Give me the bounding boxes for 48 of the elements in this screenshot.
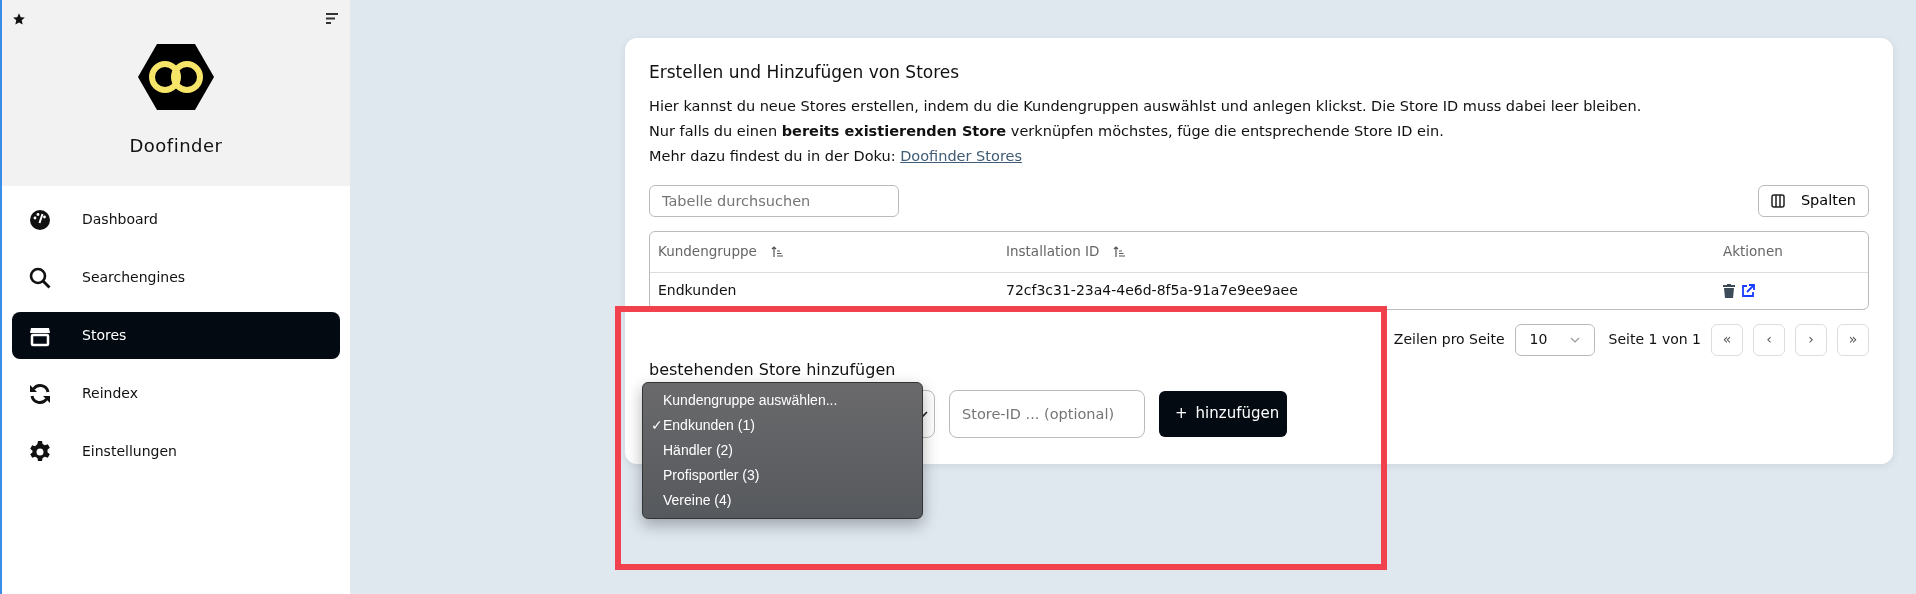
nav-item[interactable]: Searchengines [12,254,340,301]
external-link-icon[interactable] [1741,283,1755,298]
dropdown-option[interactable]: ✓Endkunden (1) [643,413,922,438]
delete-icon[interactable] [1723,283,1735,298]
pager-button[interactable]: » [1837,323,1869,356]
doc-text: Mehr dazu findest du in der Doku: [649,147,896,164]
dropdown-option[interactable]: Händler (2) [643,438,922,463]
dropdown-option[interactable]: Kundengruppe auswählen... [643,388,922,413]
search-icon [28,265,52,290]
search-field[interactable]: Tabelle durchsuchen [649,184,899,217]
refresh-icon [28,381,52,406]
column-header: Kundengruppe [658,242,757,262]
chevron-icon [1569,336,1580,343]
dropdown-option[interactable]: Vereine (4) [643,488,922,513]
columns-icon [1770,193,1785,208]
check-icon: ✓ [651,417,663,433]
table-cell-text: 72cf3c31-23a4-4e6d-8f5a-91a7e9ee9aee [1006,281,1298,300]
rows-per-page-label: Zeilen pro Seite [1393,330,1505,349]
nav-item[interactable]: Stores [12,312,340,359]
sort-icon[interactable] [1113,245,1126,258]
pager-button[interactable]: › [1795,323,1827,356]
settings-icon [28,439,52,464]
brand-name: Doofinder [129,134,223,158]
nav-item[interactable]: Reindex [12,370,340,417]
sort-icon[interactable] [770,245,783,258]
dropdown-option[interactable]: Profisportler (3) [643,463,922,488]
add-button[interactable]: + hinzufügen [1159,390,1288,437]
pager-button[interactable]: ‹ [1753,323,1785,356]
page-info: Seite 1 von 1 [1608,330,1701,349]
columns-button[interactable]: Spalten [1757,184,1869,217]
pager-button[interactable]: « [1711,323,1743,356]
nav-item[interactable]: Einstellungen [12,428,340,475]
star-icon[interactable] [12,12,26,26]
card-title: Erstellen und Hinzufügen von Stores [649,61,961,84]
nav-item[interactable]: Dashboard [12,196,340,243]
paragraph: Hier kannst du neue Stores erstellen, indem du die Kundengruppen auswählst und anlegen klickst. Die Store ID muss dabei leer bleiben. [649,96,1643,116]
store-id-field[interactable]: Store-ID ... (optional) [949,389,1145,438]
paragraph: Nur falls du einen bereits existierenden Store verknüpfen möchstes, füge die entsprechende Store ID ein. [649,121,1445,141]
sort-icon[interactable] [326,13,338,24]
table-cell-text: Endkunden [658,281,737,300]
doc-link[interactable]: Doofinder Stores [900,147,1022,164]
plus-icon: + [1175,404,1188,423]
column-header: Installation ID [1006,242,1100,262]
logo-icon [138,44,214,110]
rows-per-page-select[interactable]: 10 [1514,323,1595,356]
section-heading: bestehenden Store hinzufügen [649,358,897,381]
gauge-icon [28,207,52,232]
column-header: Aktionen [1723,242,1783,262]
